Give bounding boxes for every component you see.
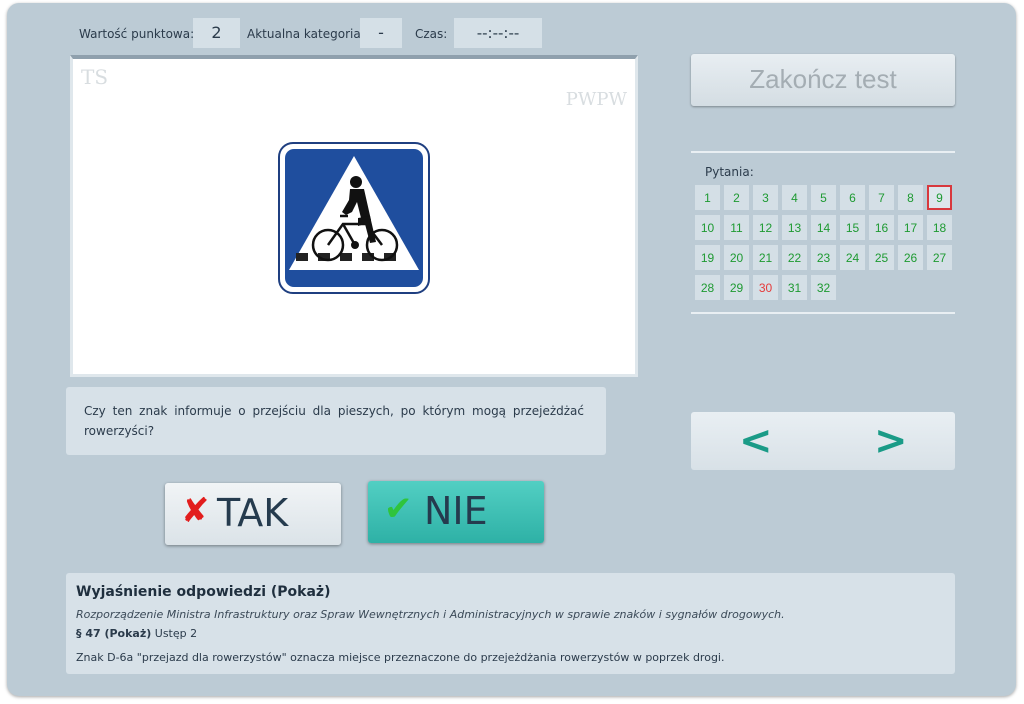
question-cell-19[interactable]: 19 bbox=[695, 245, 720, 270]
question-text: Czy ten znak informuje o przejściu dla p… bbox=[84, 404, 584, 438]
main-panel: Wartość punktowa: 2 Aktualna kategoria: … bbox=[7, 3, 1016, 696]
question-cell-24[interactable]: 24 bbox=[840, 245, 865, 270]
question-cell-15[interactable]: 15 bbox=[840, 215, 865, 240]
watermark-logo-left: TS bbox=[81, 65, 109, 89]
question-grid: 1 2 3 4 5 6 7 8 9 10 11 12 13 14 15 16 17 18 19 20 21 22 23 24 2… bbox=[695, 185, 957, 300]
paragraph-ref-link[interactable]: § 47 (Pokaż) bbox=[76, 627, 151, 640]
explanation-paragraph: § 47 (Pokaż) Ustęp 2 bbox=[76, 627, 197, 640]
question-cell-10[interactable]: 10 bbox=[695, 215, 720, 240]
question-cell-29[interactable]: 29 bbox=[724, 275, 749, 300]
explanation-box: Wyjaśnienie odpowiedzi (Pokaż) Rozporząd… bbox=[66, 573, 955, 674]
check-mark-icon: ✔ bbox=[384, 489, 413, 529]
answer-yes-button[interactable]: ✘ TAK bbox=[165, 483, 341, 545]
divider-bottom bbox=[691, 312, 955, 314]
question-cell-31[interactable]: 31 bbox=[782, 275, 807, 300]
road-sign-d6a-image bbox=[278, 142, 430, 294]
question-cell-14[interactable]: 14 bbox=[811, 215, 836, 240]
question-cell-1[interactable]: 1 bbox=[695, 185, 720, 210]
question-cell-11[interactable]: 11 bbox=[724, 215, 749, 240]
answer-no-label: NIE bbox=[424, 489, 488, 533]
question-cell-9[interactable]: 9 bbox=[927, 185, 952, 210]
question-cell-20[interactable]: 20 bbox=[724, 245, 749, 270]
question-cell-30[interactable]: 30 bbox=[753, 275, 778, 300]
question-cell-28[interactable]: 28 bbox=[695, 275, 720, 300]
questions-title: Pytania: bbox=[705, 165, 754, 179]
question-media: TS PWPW bbox=[70, 55, 638, 377]
answer-yes-label: TAK bbox=[217, 491, 289, 535]
end-test-button[interactable]: Zakończ test bbox=[691, 54, 955, 106]
time-label: Czas: bbox=[415, 27, 448, 41]
paragraph-rest: Ustęp 2 bbox=[151, 627, 198, 640]
explanation-heading[interactable]: Wyjaśnienie odpowiedzi (Pokaż) bbox=[76, 584, 330, 600]
question-cell-8[interactable]: 8 bbox=[898, 185, 923, 210]
question-box: Czy ten znak informuje o przejściu dla p… bbox=[66, 387, 606, 455]
x-mark-icon: ✘ bbox=[181, 491, 210, 531]
question-cell-2[interactable]: 2 bbox=[724, 185, 749, 210]
question-cell-18[interactable]: 18 bbox=[927, 215, 952, 240]
question-cell-13[interactable]: 13 bbox=[782, 215, 807, 240]
question-cell-22[interactable]: 22 bbox=[782, 245, 807, 270]
category-label: Aktualna kategoria: bbox=[247, 27, 365, 41]
divider-top bbox=[691, 151, 955, 153]
question-cell-7[interactable]: 7 bbox=[869, 185, 894, 210]
chevron-right-icon[interactable]: > bbox=[874, 418, 908, 464]
question-cell-16[interactable]: 16 bbox=[869, 215, 894, 240]
question-cell-32[interactable]: 32 bbox=[811, 275, 836, 300]
answer-no-button[interactable]: ✔ NIE bbox=[368, 481, 544, 543]
question-cell-12[interactable]: 12 bbox=[753, 215, 778, 240]
question-cell-3[interactable]: 3 bbox=[753, 185, 778, 210]
question-cell-27[interactable]: 27 bbox=[927, 245, 952, 270]
question-cell-4[interactable]: 4 bbox=[782, 185, 807, 210]
chevron-left-icon[interactable]: < bbox=[739, 418, 773, 464]
question-cell-26[interactable]: 26 bbox=[898, 245, 923, 270]
question-cell-23[interactable]: 23 bbox=[811, 245, 836, 270]
question-cell-17[interactable]: 17 bbox=[898, 215, 923, 240]
question-cell-21[interactable]: 21 bbox=[753, 245, 778, 270]
watermark-logo-right: PWPW bbox=[565, 89, 627, 110]
points-label: Wartość punktowa: bbox=[79, 27, 195, 41]
explanation-law: Rozporządzenie Ministra Infrastruktury o… bbox=[76, 608, 785, 621]
points-value: 2 bbox=[193, 18, 240, 48]
time-value: --:--:-- bbox=[454, 18, 542, 48]
question-cell-5[interactable]: 5 bbox=[811, 185, 836, 210]
explanation-description: Znak D-6a "przejazd dla rowerzystów" ozn… bbox=[76, 651, 725, 664]
question-cell-25[interactable]: 25 bbox=[869, 245, 894, 270]
question-cell-6[interactable]: 6 bbox=[840, 185, 865, 210]
question-navigation: < > bbox=[691, 412, 955, 470]
category-value: - bbox=[360, 18, 402, 48]
